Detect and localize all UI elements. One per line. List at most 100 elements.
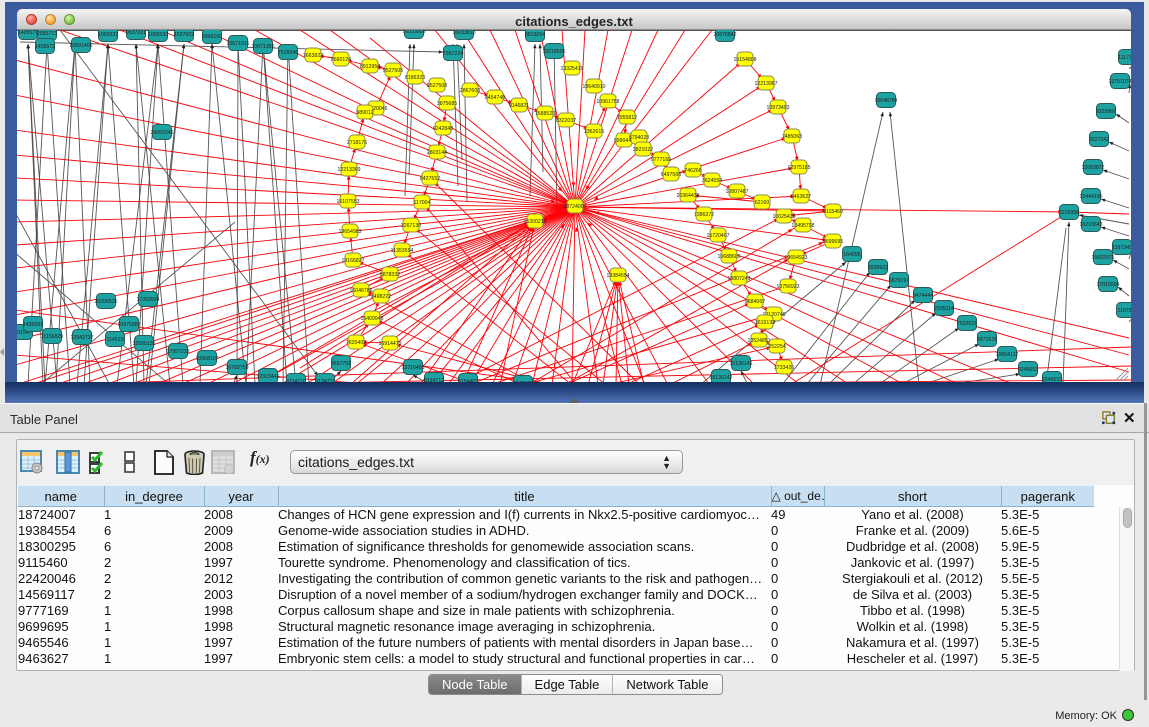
svg-text:16033810: 16033810 bbox=[452, 30, 475, 36]
svg-text:8813054: 8813054 bbox=[525, 32, 545, 38]
svg-text:16914479: 16914479 bbox=[378, 341, 401, 347]
svg-text:10973493: 10973493 bbox=[766, 105, 789, 111]
svg-text:9115460: 9115460 bbox=[823, 209, 843, 215]
svg-text:13751074: 13751074 bbox=[1108, 79, 1131, 85]
svg-text:10671915: 10671915 bbox=[226, 41, 249, 47]
svg-text:16648784: 16648784 bbox=[874, 98, 897, 104]
svg-text:2867608: 2867608 bbox=[460, 88, 480, 94]
svg-text:12213967: 12213967 bbox=[754, 81, 777, 87]
svg-text:62160: 62160 bbox=[755, 200, 770, 206]
svg-text:7955812: 7955812 bbox=[617, 115, 637, 121]
svg-text:7957224: 7957224 bbox=[443, 51, 463, 57]
svg-text:19654983: 19654983 bbox=[338, 229, 361, 235]
svg-text:746266: 746266 bbox=[684, 168, 701, 174]
svg-text:16210643: 16210643 bbox=[1079, 222, 1102, 228]
svg-text:9684067: 9684067 bbox=[745, 299, 765, 305]
svg-text:15692971: 15692971 bbox=[1091, 255, 1114, 261]
svg-text:17016504: 17016504 bbox=[1096, 282, 1119, 288]
svg-text:10671355: 10671355 bbox=[251, 44, 274, 50]
svg-text:3875685: 3875685 bbox=[437, 101, 457, 107]
svg-text:12505135: 12505135 bbox=[132, 341, 155, 347]
svg-text:164095: 164095 bbox=[843, 252, 860, 258]
svg-text:8427552: 8427552 bbox=[420, 176, 440, 182]
svg-text:1065533: 1065533 bbox=[148, 32, 168, 38]
svg-text:19166827: 19166827 bbox=[341, 258, 364, 264]
svg-text:12975185: 12975185 bbox=[787, 165, 810, 171]
svg-text:10958107: 10958107 bbox=[195, 356, 218, 362]
svg-text:16033809: 16033809 bbox=[402, 30, 425, 35]
svg-text:12323446: 12323446 bbox=[256, 374, 279, 380]
svg-text:3267130: 3267130 bbox=[401, 223, 421, 229]
svg-text:8471676: 8471676 bbox=[977, 337, 997, 343]
svg-text:3498222: 3498222 bbox=[371, 294, 391, 300]
svg-text:989012: 989012 bbox=[356, 110, 373, 116]
svg-text:10654112: 10654112 bbox=[996, 352, 1019, 358]
svg-text:9527508: 9527508 bbox=[427, 83, 447, 89]
svg-text:10961758: 10961758 bbox=[596, 99, 619, 105]
svg-text:8454749: 8454749 bbox=[485, 95, 505, 101]
svg-text:17359934: 17359934 bbox=[136, 297, 159, 303]
svg-text:1362615: 1362615 bbox=[584, 129, 604, 135]
svg-text:11353594: 11353594 bbox=[391, 248, 414, 254]
svg-text:19654923: 19654923 bbox=[784, 255, 807, 261]
svg-text:16107553: 16107553 bbox=[336, 199, 359, 205]
svg-text:3624554: 3624554 bbox=[702, 178, 722, 184]
svg-text:252254: 252254 bbox=[768, 344, 785, 350]
svg-text:8938923: 8938923 bbox=[868, 265, 888, 271]
svg-text:20876842: 20876842 bbox=[713, 32, 736, 38]
svg-text:9537201: 9537201 bbox=[126, 30, 146, 36]
svg-text:13716485: 13716485 bbox=[401, 365, 424, 371]
svg-text:8186323: 8186323 bbox=[405, 75, 425, 81]
svg-text:12942737: 12942737 bbox=[70, 335, 93, 341]
svg-text:10807487: 10807487 bbox=[725, 189, 748, 195]
svg-text:10025438: 10025438 bbox=[772, 214, 795, 220]
svg-text:1405572: 1405572 bbox=[35, 44, 55, 50]
svg-text:19218506: 19218506 bbox=[542, 49, 565, 55]
svg-text:9329966: 9329966 bbox=[1096, 109, 1116, 115]
svg-text:12213369: 12213369 bbox=[337, 167, 360, 173]
svg-text:15136142: 15136142 bbox=[709, 375, 732, 381]
svg-text:12444195: 12444195 bbox=[1079, 194, 1102, 200]
svg-text:20691406: 20691406 bbox=[69, 43, 92, 49]
svg-text:9227342: 9227342 bbox=[1089, 137, 1109, 143]
svg-text:15720407: 15720407 bbox=[706, 233, 729, 239]
svg-text:1197345: 1197345 bbox=[1112, 245, 1131, 251]
svg-text:18640910: 18640910 bbox=[582, 84, 605, 90]
svg-text:20206536: 20206536 bbox=[94, 299, 117, 305]
svg-text:1588520: 1588520 bbox=[535, 111, 555, 117]
svg-text:9463627: 9463627 bbox=[791, 194, 811, 200]
svg-text:18724007: 18724007 bbox=[563, 204, 586, 210]
svg-text:7663822: 7663822 bbox=[303, 53, 323, 59]
svg-text:9777169: 9777169 bbox=[651, 157, 671, 163]
svg-text:7625402: 7625402 bbox=[346, 340, 366, 346]
svg-text:8322037: 8322037 bbox=[556, 118, 576, 124]
svg-text:7632621: 7632621 bbox=[957, 321, 977, 327]
svg-text:15409948: 15409948 bbox=[360, 316, 383, 322]
svg-text:20364436: 20364436 bbox=[676, 193, 699, 199]
svg-text:3215958: 3215958 bbox=[1059, 210, 1079, 216]
svg-text:10688609: 10688609 bbox=[717, 254, 740, 260]
svg-text:9474444: 9474444 bbox=[913, 293, 933, 299]
svg-text:2718176: 2718176 bbox=[347, 140, 367, 146]
svg-text:8912954: 8912954 bbox=[360, 64, 380, 70]
svg-text:9242848: 9242848 bbox=[433, 126, 453, 132]
svg-text:116753: 116753 bbox=[1118, 308, 1131, 314]
svg-text:16046786: 16046786 bbox=[349, 288, 372, 294]
svg-text:1733426: 1733426 bbox=[774, 365, 794, 371]
svg-text:8660124: 8660124 bbox=[331, 57, 351, 63]
svg-text:9245652: 9245652 bbox=[1018, 367, 1038, 373]
svg-text:1527602: 1527602 bbox=[174, 32, 194, 38]
svg-text:9657791: 9657791 bbox=[331, 361, 351, 367]
svg-text:1435061: 1435061 bbox=[23, 322, 43, 328]
svg-text:1615132: 1615132 bbox=[755, 320, 775, 326]
svg-text:13325419: 13325419 bbox=[560, 66, 583, 72]
svg-text:9146821: 9146821 bbox=[509, 103, 529, 109]
svg-text:2935114: 2935114 bbox=[934, 306, 954, 312]
svg-text:13495798: 13495798 bbox=[791, 223, 814, 229]
svg-text:10975887: 10975887 bbox=[117, 322, 140, 328]
svg-text:16154808: 16154808 bbox=[733, 57, 756, 63]
svg-text:11156829: 11156829 bbox=[41, 334, 63, 340]
svg-text:6879197: 6879197 bbox=[889, 278, 909, 284]
svg-text:9699695: 9699695 bbox=[823, 239, 843, 245]
svg-text:8878332: 8878332 bbox=[380, 272, 400, 278]
